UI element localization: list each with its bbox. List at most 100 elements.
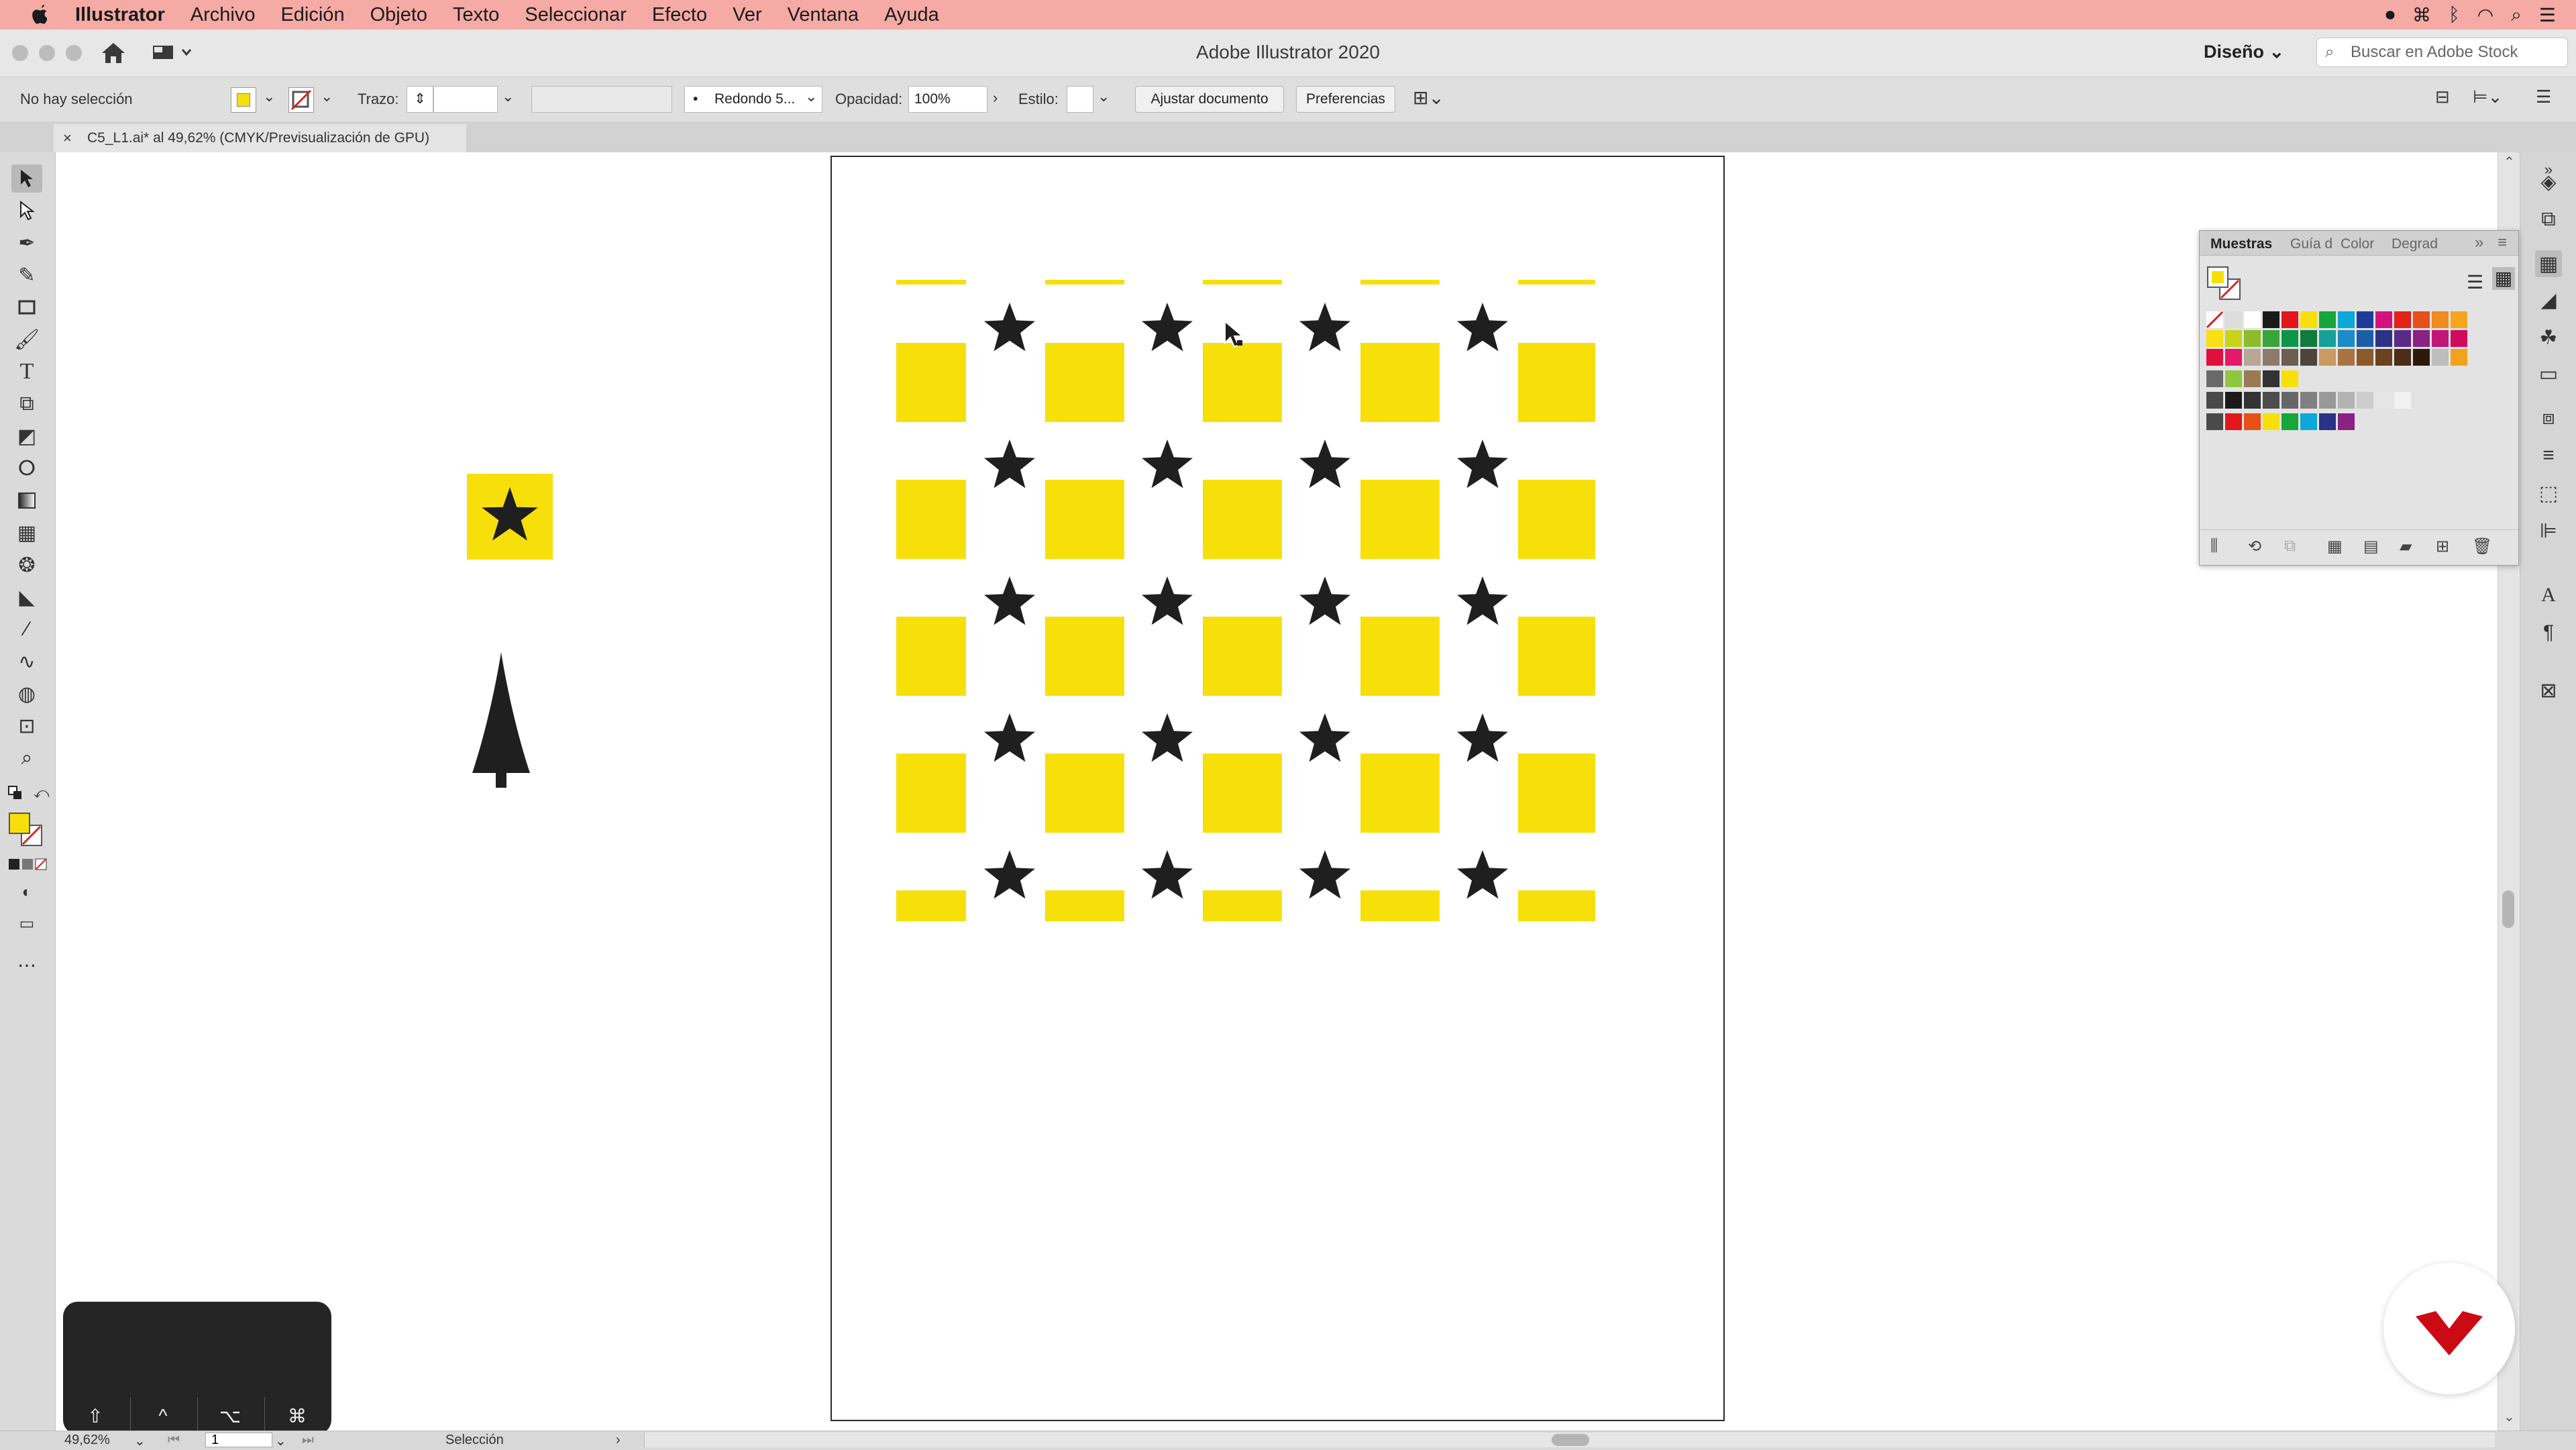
puppet-warp-icon[interactable]: ⊞⌄ (1413, 87, 1444, 109)
swatch[interactable] (2413, 349, 2430, 366)
add-to-library-icon[interactable]: ⟲ (2248, 537, 2261, 556)
curvature-tool-icon[interactable]: ✎ (11, 261, 42, 289)
paragraph-icon[interactable]: ¶ (2535, 619, 2562, 646)
drawing-mode-icon[interactable]: ◐ (11, 878, 42, 907)
menu-objeto[interactable]: Objeto (370, 4, 427, 26)
blend-tool-icon[interactable]: ∿ (11, 648, 42, 676)
control-center-icon[interactable]: ☰ (2539, 4, 2556, 26)
tab-color[interactable]: Color (2341, 236, 2374, 252)
swatch[interactable] (2357, 330, 2373, 347)
menu-edicion[interactable]: Edición (280, 4, 344, 26)
swatch[interactable] (2338, 311, 2355, 328)
column-graph-tool-icon[interactable]: ◣ (11, 583, 42, 611)
delete-swatch-icon[interactable]: 🗑 (2472, 537, 2492, 556)
new-color-group-icon[interactable]: ▤ (2363, 537, 2379, 556)
swatch[interactable] (2282, 370, 2298, 387)
swatch[interactable] (2263, 311, 2279, 328)
swatch[interactable] (2394, 392, 2411, 409)
gradient-panel-icon[interactable]: ▭ (2535, 360, 2562, 387)
menu-archivo[interactable]: Archivo (191, 4, 256, 26)
scroll-up-icon[interactable]: ⌃ (2504, 154, 2515, 170)
document-tab[interactable]: × C5_L1.ai* al 49,62% (CMYK/Previsualiza… (54, 124, 466, 152)
swatch[interactable] (2319, 330, 2336, 347)
show-kinds-icon[interactable]: ⧉ (2284, 537, 2296, 556)
swatch[interactable] (2319, 413, 2336, 430)
fill-stroke-indicator[interactable] (8, 812, 44, 848)
brushes-icon[interactable]: ◢ (2535, 287, 2562, 313)
swatch[interactable] (2206, 330, 2223, 347)
pen-tool-icon[interactable]: ✒ (11, 229, 42, 257)
chevron-down-icon[interactable]: ⌄ (275, 1433, 286, 1449)
swatch[interactable] (2282, 413, 2298, 430)
swatch[interactable] (2244, 349, 2261, 366)
swatch[interactable] (2300, 349, 2317, 366)
swatch[interactable] (2432, 330, 2449, 347)
swatch[interactable] (2375, 330, 2392, 347)
chevron-down-icon[interactable]: ⌄ (502, 88, 514, 105)
swatch[interactable] (2432, 349, 2449, 366)
canvas-area[interactable] (56, 152, 2498, 1431)
paintbrush-tool-icon[interactable]: 🖌 (11, 325, 42, 354)
swatch[interactable] (2338, 349, 2355, 366)
list-view-icon[interactable]: ☰ (2467, 271, 2483, 293)
tab-swatches[interactable]: Muestras (2210, 236, 2272, 252)
swatch-fill-stroke-indicator[interactable] (2206, 266, 2244, 303)
chevron-right-icon[interactable]: › (616, 1433, 621, 1448)
graphic-style-swatch[interactable] (1067, 86, 1093, 113)
chevron-right-icon[interactable]: › (993, 89, 998, 107)
new-swatch-icon[interactable]: ⊞ (2436, 537, 2449, 556)
swatch[interactable] (2206, 349, 2223, 366)
swatch[interactable] (2338, 330, 2355, 347)
lasso-tool-icon[interactable]: ⵔ (11, 454, 42, 482)
expand-panel-icon[interactable]: » (2475, 234, 2483, 252)
swatch[interactable] (2319, 311, 2336, 328)
tab-color-guide[interactable]: Guía d (2290, 236, 2332, 252)
stroke-weight-stepper[interactable]: ⇕ (407, 86, 433, 113)
fill-color-swatch[interactable] (231, 87, 256, 113)
spotlight-icon[interactable]: ⌕ (2511, 4, 2522, 26)
tab-gradient[interactable]: Degrad (2392, 236, 2438, 252)
screen-mode-icon[interactable]: ▭ (11, 909, 42, 937)
color-group-folder-icon[interactable] (2206, 392, 2223, 409)
swatch[interactable] (2300, 413, 2317, 430)
chevron-down-icon[interactable]: ⌄ (263, 88, 275, 105)
chevron-down-icon[interactable]: ⌄ (321, 88, 333, 105)
first-artboard-icon[interactable]: ⏮ (168, 1433, 180, 1448)
swatch[interactable] (2225, 370, 2242, 387)
links-icon[interactable]: ⊠ (2535, 677, 2562, 704)
character-icon[interactable]: A (2535, 582, 2562, 609)
swap-colors-icon[interactable]: ⤺ (34, 784, 50, 802)
close-tab-icon[interactable]: × (63, 124, 72, 152)
tree-shape[interactable] (470, 652, 533, 789)
stroke-panel-icon[interactable]: ≡ (2535, 442, 2562, 469)
menu-app-name[interactable]: Illustrator (75, 4, 165, 26)
command-icon[interactable]: ⌘ (2412, 4, 2431, 26)
wifi-icon[interactable]: ◠ (2477, 4, 2493, 26)
transparency-icon[interactable]: ⧈ (2535, 405, 2562, 431)
rectangle-tool-icon[interactable] (11, 293, 42, 321)
swatch-libraries-icon[interactable]: ⫼ (2210, 537, 2218, 556)
transform-icon[interactable]: ⊨⌄ (2473, 87, 2502, 107)
swatch[interactable] (2300, 330, 2317, 347)
transform-panel-icon[interactable]: ⬚ (2535, 480, 2562, 507)
swatch[interactable] (2225, 392, 2242, 409)
swatch[interactable] (2263, 370, 2279, 387)
scale-tool-icon[interactable]: ⧉ (11, 390, 42, 418)
swatch[interactable] (2375, 392, 2392, 409)
swatch[interactable] (2244, 413, 2261, 430)
swatch[interactable] (2263, 392, 2279, 409)
symbols-icon[interactable]: ☘ (2535, 324, 2562, 351)
menu-seleccionar[interactable]: Seleccionar (525, 4, 627, 26)
swatch[interactable] (2282, 392, 2298, 409)
eraser-tool-icon[interactable]: ◩ (11, 422, 42, 450)
swatch[interactable] (2225, 413, 2242, 430)
swatch[interactable] (2432, 311, 2449, 328)
swatches-panel-icon[interactable]: ▦ (2535, 250, 2562, 277)
swatch[interactable] (2319, 392, 2336, 409)
swatch[interactable] (2244, 370, 2261, 387)
more-tools-icon[interactable]: ⋯ (11, 951, 42, 979)
thumbnail-view-icon[interactable]: ▦ (2492, 267, 2515, 290)
color-group-folder-icon[interactable] (2206, 413, 2223, 430)
swatch[interactable] (2225, 311, 2242, 328)
menu-texto[interactable]: Texto (453, 4, 499, 26)
